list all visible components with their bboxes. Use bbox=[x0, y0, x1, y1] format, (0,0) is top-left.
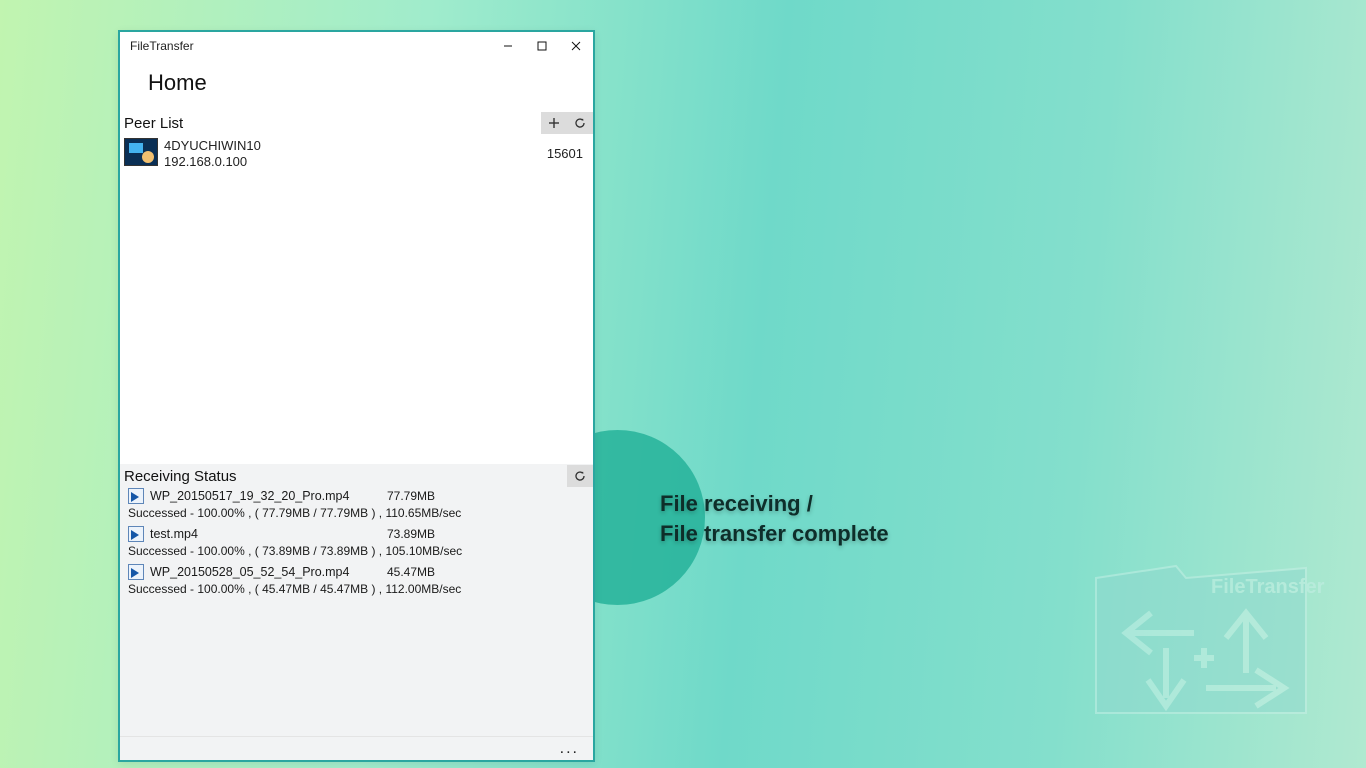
peer-name: 4DYUCHIWIN10 bbox=[164, 138, 261, 154]
file-size: 77.79MB bbox=[387, 489, 435, 503]
refresh-icon bbox=[574, 117, 586, 129]
page-title: Home bbox=[120, 60, 593, 112]
file-size: 45.47MB bbox=[387, 565, 435, 579]
file-size: 73.89MB bbox=[387, 527, 435, 541]
peer-icon bbox=[124, 138, 158, 166]
video-file-icon bbox=[128, 488, 144, 504]
peer-list-header: Peer List bbox=[120, 112, 593, 134]
peer-ip: 192.168.0.100 bbox=[164, 154, 261, 170]
refresh-peers-button[interactable] bbox=[567, 112, 593, 134]
app-window: FileTransfer Home Peer List bbox=[118, 30, 595, 762]
plus-icon bbox=[548, 117, 560, 129]
receiving-file-item[interactable]: WP_20150528_05_52_54_Pro.mp4 45.47MB Suc… bbox=[120, 562, 593, 600]
peer-list-section: Peer List 4DYUCHIWIN10 192.168.0.100 bbox=[120, 112, 593, 464]
refresh-icon bbox=[574, 470, 586, 482]
add-peer-button[interactable] bbox=[541, 112, 567, 134]
peer-list-tools bbox=[541, 112, 593, 134]
file-status: Successed - 100.00% , ( 77.79MB / 77.79M… bbox=[128, 506, 585, 520]
receiving-file-item[interactable]: WP_20150517_19_32_20_Pro.mp4 77.79MB Suc… bbox=[120, 486, 593, 524]
more-button[interactable]: ... bbox=[560, 740, 579, 758]
bottom-bar: ... bbox=[120, 736, 593, 760]
file-name: test.mp4 bbox=[150, 527, 198, 541]
receiving-file-item[interactable]: test.mp4 73.89MB Successed - 100.00% , (… bbox=[120, 524, 593, 562]
overlay-line2: File transfer complete bbox=[660, 519, 889, 549]
app-logo: FileTransfer bbox=[1076, 538, 1326, 743]
minimize-button[interactable] bbox=[491, 32, 525, 60]
receiving-section: Receiving Status WP_20150517_19_32_20_Pr… bbox=[120, 464, 593, 760]
receiving-header-row: Receiving Status bbox=[120, 464, 593, 486]
video-file-icon bbox=[128, 564, 144, 580]
maximize-button[interactable] bbox=[525, 32, 559, 60]
file-status: Successed - 100.00% , ( 45.47MB / 45.47M… bbox=[128, 582, 585, 596]
video-file-icon bbox=[128, 526, 144, 542]
file-name: WP_20150528_05_52_54_Pro.mp4 bbox=[150, 565, 349, 579]
close-button[interactable] bbox=[559, 32, 593, 60]
titlebar[interactable]: FileTransfer bbox=[120, 32, 593, 60]
window-controls bbox=[491, 32, 593, 60]
peer-list: 4DYUCHIWIN10 192.168.0.100 15601 bbox=[120, 134, 593, 464]
logo-text: FileTransfer bbox=[1211, 576, 1325, 598]
peer-row[interactable]: 4DYUCHIWIN10 192.168.0.100 15601 bbox=[124, 134, 589, 169]
peer-list-title: Peer List bbox=[124, 115, 183, 132]
receiving-title: Receiving Status bbox=[124, 468, 237, 485]
overlay-caption: File receiving / File transfer complete bbox=[660, 489, 889, 548]
file-name: WP_20150517_19_32_20_Pro.mp4 bbox=[150, 489, 349, 503]
refresh-receiving-button[interactable] bbox=[567, 465, 593, 487]
overlay-line1: File receiving / bbox=[660, 489, 889, 519]
window-title: FileTransfer bbox=[130, 39, 194, 53]
peer-port: 15601 bbox=[547, 146, 583, 161]
file-status: Successed - 100.00% , ( 73.89MB / 73.89M… bbox=[128, 544, 585, 558]
